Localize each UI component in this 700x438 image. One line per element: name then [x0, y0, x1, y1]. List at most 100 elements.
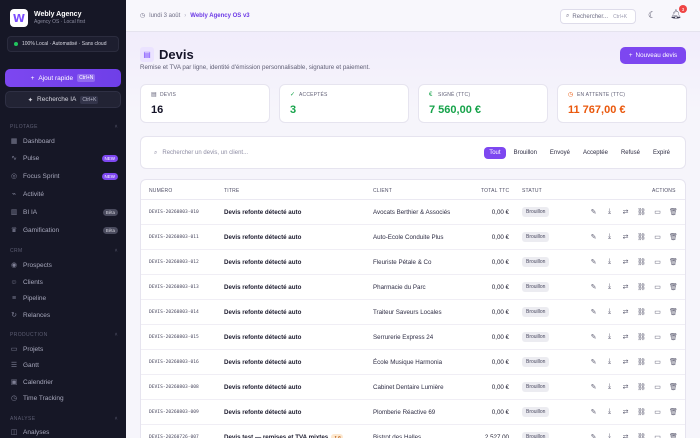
- sidebar-item-pulse[interactable]: ∿ Pulse NEW: [10, 151, 118, 165]
- quote-number[interactable]: DEVIS-20260803-009: [149, 410, 199, 415]
- quote-search-input[interactable]: ⌕ Rechercher un devis, un client...: [150, 145, 440, 161]
- invoice-icon[interactable]: ▭: [653, 333, 662, 341]
- convert-icon[interactable]: ⇄: [621, 208, 630, 216]
- agency-link[interactable]: Webly Agency OS v3: [190, 13, 249, 19]
- link-icon[interactable]: ⛓: [637, 208, 646, 216]
- invoice-icon[interactable]: ▭: [653, 358, 662, 366]
- trash-icon[interactable]: 🗑︎: [669, 233, 678, 241]
- download-icon[interactable]: ⤓: [605, 358, 614, 366]
- trash-icon[interactable]: 🗑︎: [669, 433, 678, 438]
- sidebar-item-bi-ia[interactable]: ▥ BI IA Bêta: [10, 205, 118, 219]
- trash-icon[interactable]: 🗑︎: [669, 283, 678, 291]
- filter-tab-brouillon[interactable]: Brouillon: [509, 147, 542, 159]
- table-row[interactable]: DEVIS-20260803-016 Devis refonte détecté …: [141, 350, 685, 375]
- quote-number[interactable]: DEVIS-20260803-011: [149, 235, 199, 240]
- edit-icon[interactable]: ✎: [589, 408, 598, 416]
- quote-number[interactable]: DEVIS-20260803-012: [149, 260, 199, 265]
- link-icon[interactable]: ⛓: [637, 383, 646, 391]
- invoice-icon[interactable]: ▭: [653, 258, 662, 266]
- download-icon[interactable]: ⤓: [605, 433, 614, 438]
- table-row[interactable]: DEVIS-20260803-013 Devis refonte détecté …: [141, 275, 685, 300]
- trash-icon[interactable]: 🗑︎: [669, 258, 678, 266]
- table-row[interactable]: DEVIS-20260803-012 Devis refonte détecté …: [141, 250, 685, 275]
- convert-icon[interactable]: ⇄: [621, 233, 630, 241]
- brand[interactable]: W Webly Agency Agency OS · Local first: [10, 9, 85, 27]
- invoice-icon[interactable]: ▭: [653, 283, 662, 291]
- filter-tab-tout[interactable]: Tout: [484, 147, 506, 159]
- edit-icon[interactable]: ✎: [589, 433, 598, 438]
- section-pilotage[interactable]: PILOTAGE ˄: [10, 124, 118, 130]
- trash-icon[interactable]: 🗑︎: [669, 208, 678, 216]
- link-icon[interactable]: ⛓: [637, 233, 646, 241]
- edit-icon[interactable]: ✎: [589, 333, 598, 341]
- edit-icon[interactable]: ✎: [589, 258, 598, 266]
- invoice-icon[interactable]: ▭: [653, 308, 662, 316]
- filter-tab-acceptee[interactable]: Acceptée: [578, 147, 613, 159]
- sidebar-item-dashboard[interactable]: ▦ Dashboard: [10, 134, 118, 148]
- link-icon[interactable]: ⛓: [637, 308, 646, 316]
- section-crm[interactable]: CRM ˄: [10, 248, 118, 254]
- table-row[interactable]: DEVIS-20260803-009 Devis refonte détecté …: [141, 400, 685, 425]
- convert-icon[interactable]: ⇄: [621, 308, 630, 316]
- table-row[interactable]: DEVIS-20260803-011 Devis refonte détecté …: [141, 225, 685, 250]
- sidebar-item-clients[interactable]: ☺ Clients: [10, 275, 118, 289]
- link-icon[interactable]: ⛓: [637, 333, 646, 341]
- link-icon[interactable]: ⛓: [637, 358, 646, 366]
- link-icon[interactable]: ⛓: [637, 433, 646, 438]
- quote-number[interactable]: DEVIS-20260803-016: [149, 360, 199, 365]
- trash-icon[interactable]: 🗑︎: [669, 358, 678, 366]
- trash-icon[interactable]: 🗑︎: [669, 308, 678, 316]
- sidebar-item-gantt[interactable]: ☰ Gantt: [10, 358, 118, 372]
- sidebar-item-prospects[interactable]: ◉ Prospects: [10, 258, 118, 272]
- sidebar-item-gamification[interactable]: ♛ Gamification Bêta: [10, 223, 118, 237]
- edit-icon[interactable]: ✎: [589, 358, 598, 366]
- quote-number[interactable]: DEVIS-20260803-015: [149, 335, 199, 340]
- edit-icon[interactable]: ✎: [589, 308, 598, 316]
- edit-icon[interactable]: ✎: [589, 283, 598, 291]
- table-row[interactable]: DEVIS-20260803-015 Devis refonte détecté …: [141, 325, 685, 350]
- invoice-icon[interactable]: ▭: [653, 433, 662, 438]
- download-icon[interactable]: ⤓: [605, 333, 614, 341]
- convert-icon[interactable]: ⇄: [621, 383, 630, 391]
- table-row[interactable]: DEVIS-20260803-008 Devis refonte détecté …: [141, 375, 685, 400]
- sidebar-item-pipeline[interactable]: ≡ Pipeline: [10, 291, 118, 305]
- download-icon[interactable]: ⤓: [605, 308, 614, 316]
- convert-icon[interactable]: ⇄: [621, 333, 630, 341]
- convert-icon[interactable]: ⇄: [621, 283, 630, 291]
- convert-icon[interactable]: ⇄: [621, 408, 630, 416]
- link-icon[interactable]: ⛓: [637, 408, 646, 416]
- quote-number[interactable]: DEVIS-20260803-010: [149, 210, 199, 215]
- download-icon[interactable]: ⤓: [605, 383, 614, 391]
- filter-tab-envoye[interactable]: Envoyé: [545, 147, 575, 159]
- sidebar-item-projets[interactable]: ▭ Projets: [10, 342, 118, 356]
- section-production[interactable]: PRODUCTION ˄: [10, 332, 118, 338]
- new-quote-button[interactable]: + Nouveau devis: [620, 47, 686, 64]
- table-row[interactable]: DEVIS-20260803-010 Devis refonte détecté …: [141, 200, 685, 225]
- invoice-icon[interactable]: ▭: [653, 208, 662, 216]
- convert-icon[interactable]: ⇄: [621, 433, 630, 438]
- sidebar-item-focus-sprint[interactable]: ◎ Focus Sprint NEW: [10, 169, 118, 183]
- global-search-button[interactable]: ⌕ Rechercher... Ctrl+K: [560, 9, 636, 24]
- invoice-icon[interactable]: ▭: [653, 383, 662, 391]
- invoice-icon[interactable]: ▭: [653, 233, 662, 241]
- invoice-icon[interactable]: ▭: [653, 408, 662, 416]
- filter-tab-expire[interactable]: Expiré: [648, 147, 675, 159]
- quote-number[interactable]: DEVIS-20260803-013: [149, 285, 199, 290]
- link-icon[interactable]: ⛓: [637, 258, 646, 266]
- convert-icon[interactable]: ⇄: [621, 258, 630, 266]
- edit-icon[interactable]: ✎: [589, 233, 598, 241]
- quick-add-button[interactable]: + Ajout rapide Ctrl+N: [5, 69, 121, 87]
- download-icon[interactable]: ⤓: [605, 208, 614, 216]
- quote-number[interactable]: DEVIS-20260803-008: [149, 385, 199, 390]
- filter-tab-refuse[interactable]: Refusé: [616, 147, 645, 159]
- edit-icon[interactable]: ✎: [589, 208, 598, 216]
- sidebar-item-relances[interactable]: ↻ Relances: [10, 308, 118, 322]
- table-row[interactable]: DEVIS-20260726-007 Devis test — remises e…: [141, 425, 685, 438]
- download-icon[interactable]: ⤓: [605, 408, 614, 416]
- section-analyse[interactable]: ANALYSE ˄: [10, 416, 118, 422]
- sidebar-item-calendrier[interactable]: ▣ Calendrier: [10, 375, 118, 389]
- trash-icon[interactable]: 🗑︎: [669, 333, 678, 341]
- convert-icon[interactable]: ⇄: [621, 358, 630, 366]
- sidebar-item-activite[interactable]: ⌁ Activité: [10, 187, 118, 201]
- moon-icon[interactable]: ☾: [648, 10, 656, 21]
